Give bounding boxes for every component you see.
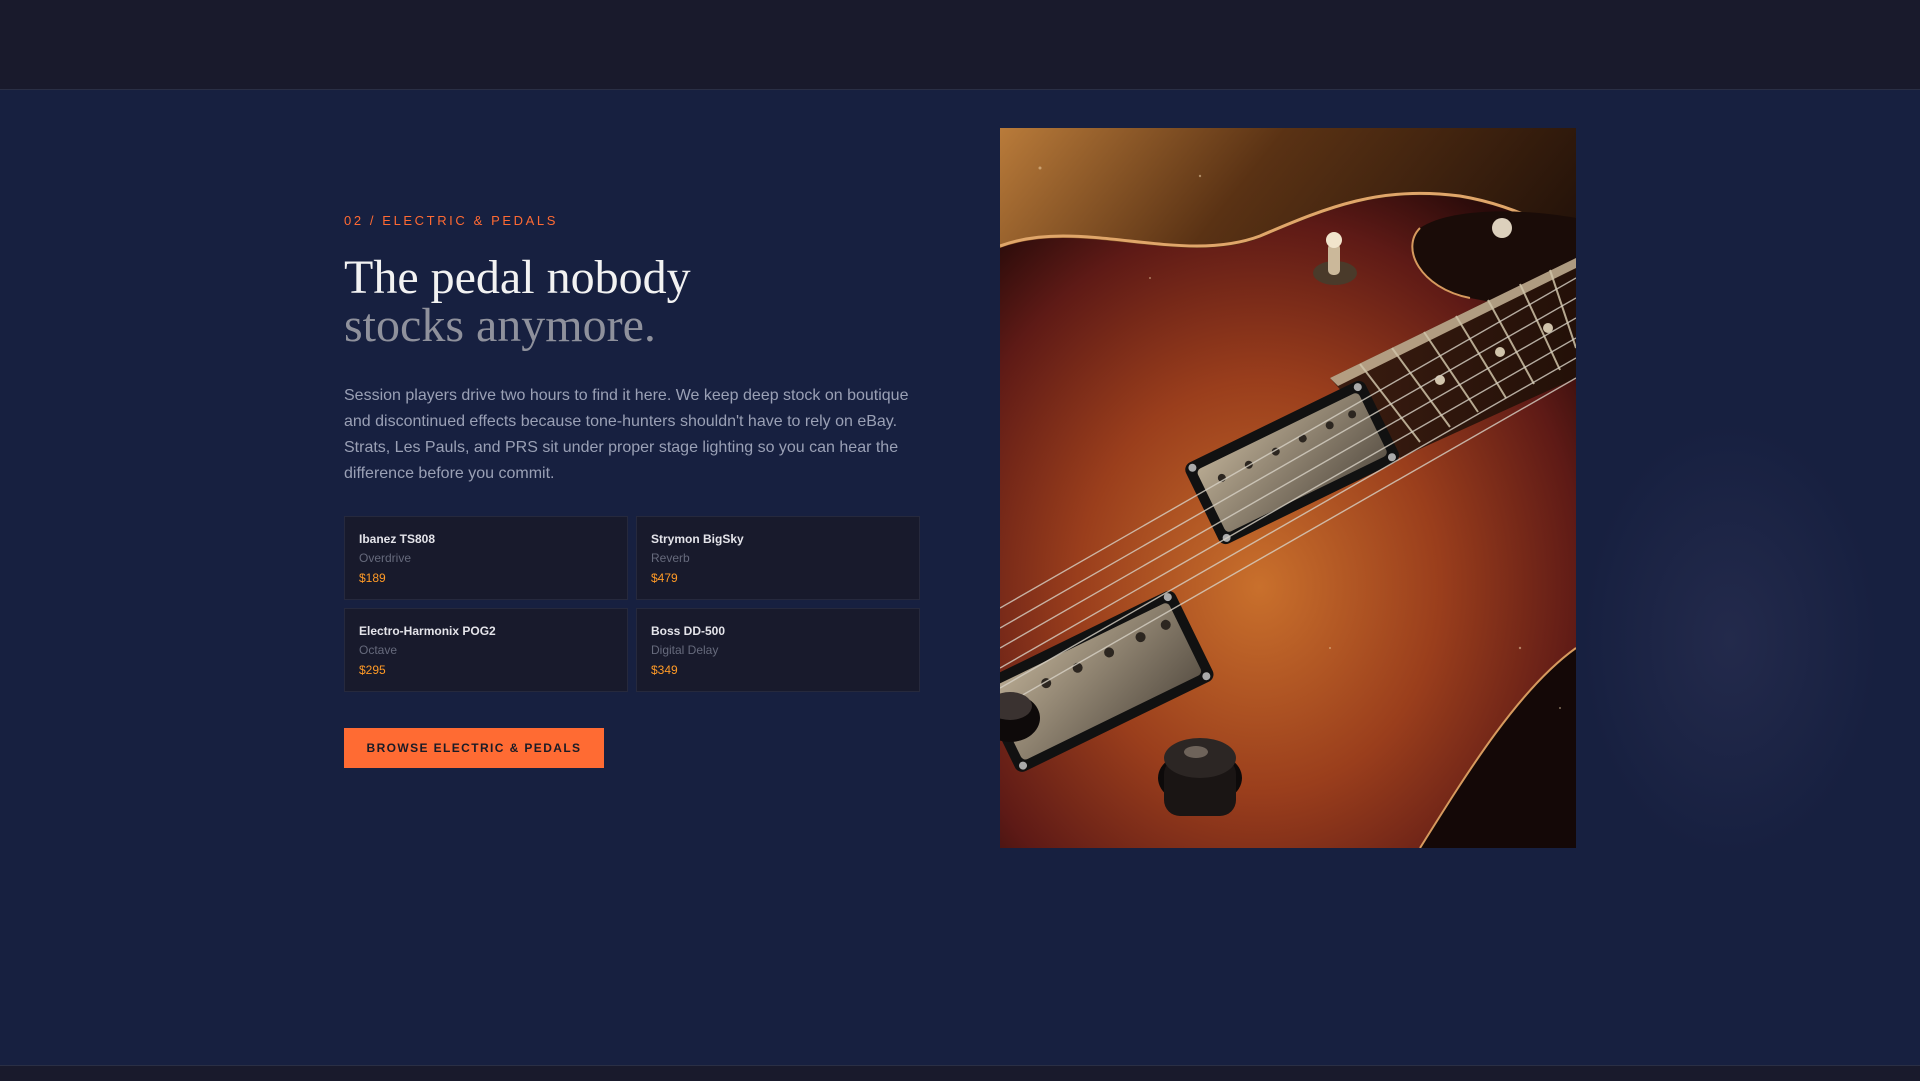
product-name: Electro-Harmonix POG2 (359, 624, 496, 638)
product-price: $479 (651, 571, 678, 585)
product-grid: Ibanez TS808 Overdrive $189 Strymon BigS… (344, 516, 920, 692)
headline-line-2: stocks anymore. (344, 299, 656, 352)
product-category: Overdrive (359, 551, 412, 565)
headline-line-1: The pedal nobody (344, 251, 691, 304)
product-category: Reverb (651, 551, 690, 565)
product-name: Boss DD-500 (651, 624, 726, 638)
guitar-photo (1000, 128, 1576, 848)
section-body: Session players drive two hours to find … (344, 387, 909, 482)
guitar-illustration (1000, 128, 1576, 848)
top-nav-bar (0, 0, 1920, 90)
product-category: Digital Delay (651, 643, 719, 657)
electric-pedals-section (0, 90, 1920, 1066)
browse-electric-pedals-button[interactable]: BROWSE ELECTRIC & PEDALS (344, 728, 604, 768)
bottom-bar (0, 1065, 1920, 1081)
product-card-strymon-bigsky[interactable]: Strymon BigSky Reverb $479 (636, 516, 920, 600)
product-card-ibanez-ts808[interactable]: Ibanez TS808 Overdrive $189 (344, 516, 628, 600)
product-price: $295 (359, 663, 386, 677)
product-card-boss-dd500[interactable]: Boss DD-500 Digital Delay $349 (636, 608, 920, 692)
background-glow (1580, 420, 1880, 860)
product-card-ehx-pog2[interactable]: Electro-Harmonix POG2 Octave $295 (344, 608, 628, 692)
product-category: Octave (359, 643, 398, 657)
section-headline: The pedal nobody stocks anymore. (344, 254, 691, 350)
product-price: $189 (359, 571, 386, 585)
section-eyebrow: 02 / ELECTRIC & PEDALS (344, 213, 558, 228)
product-name: Ibanez TS808 (359, 532, 436, 546)
product-price: $349 (651, 663, 678, 677)
product-name: Strymon BigSky (651, 532, 744, 546)
